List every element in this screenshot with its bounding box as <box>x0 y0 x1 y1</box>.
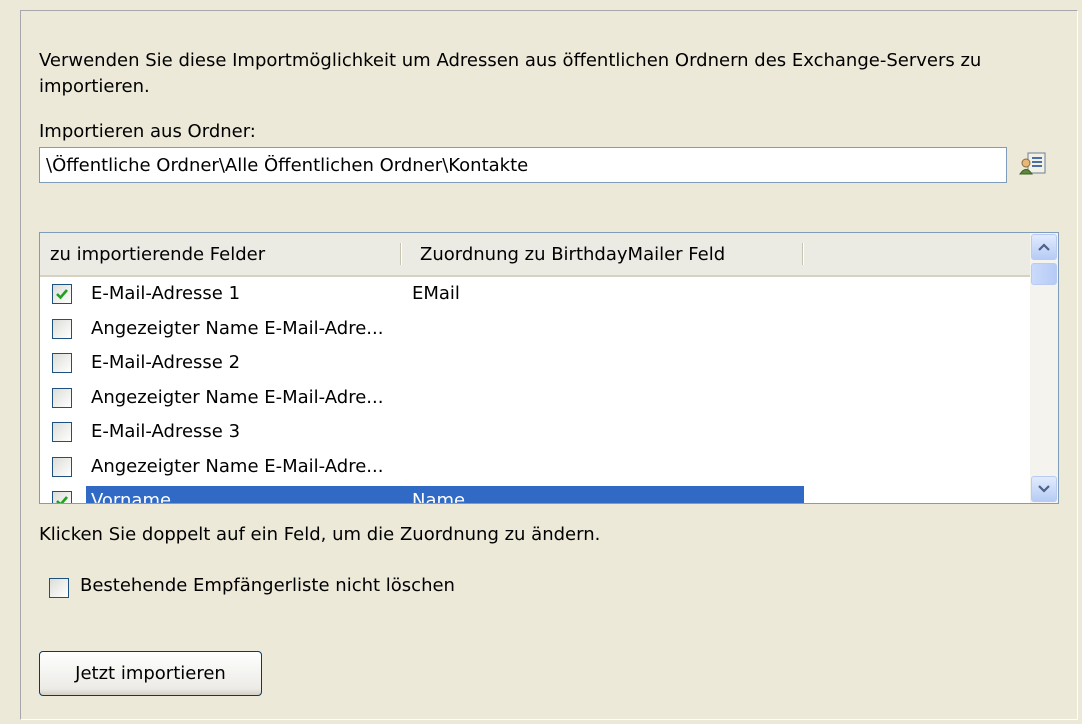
scroll-thumb[interactable] <box>1031 263 1057 285</box>
description-text: Verwenden Sie diese Importmöglichkeit um… <box>39 50 982 97</box>
list-row[interactable]: E-Mail-Adresse 3 <box>40 415 1030 450</box>
field-name-cell: Vorname <box>91 490 172 504</box>
browse-folder-button[interactable] <box>1018 150 1048 180</box>
field-name-cell: E-Mail-Adresse 2 <box>91 352 241 373</box>
chevron-up-icon <box>1038 243 1050 251</box>
scroll-down-button[interactable] <box>1031 476 1057 502</box>
field-name-cell: E-Mail-Adresse 1 <box>91 283 241 304</box>
field-mapping-list[interactable]: zu importierende Felder Zuordnung zu Bir… <box>39 232 1059 504</box>
column-separator[interactable] <box>400 243 402 265</box>
mapping-cell: Name <box>412 490 466 504</box>
scroll-up-button[interactable] <box>1031 234 1057 260</box>
field-name-cell: Angezeigter Name E-Mail-Adre... <box>91 455 384 477</box>
row-checkbox[interactable] <box>52 318 72 339</box>
row-checkbox[interactable] <box>52 491 72 503</box>
row-checkbox[interactable] <box>52 353 72 373</box>
vertical-scrollbar[interactable] <box>1030 233 1058 503</box>
keep-list-label[interactable]: Bestehende Empfängerliste nicht löschen <box>80 575 455 596</box>
column-separator[interactable] <box>802 243 804 265</box>
mapping-cell: EMail <box>412 283 460 304</box>
field-name-cell: E-Mail-Adresse 3 <box>91 421 241 442</box>
list-row[interactable]: Angezeigter Name E-Mail-Adre... <box>40 381 1030 416</box>
folder-path-input[interactable] <box>39 147 1007 183</box>
address-book-icon <box>1019 150 1047 181</box>
column-header-fields[interactable]: zu importierende Felder <box>40 233 400 275</box>
list-rows: E-Mail-Adresse 1 EMail Angezeigter Name E-… <box>40 277 1030 504</box>
row-checkbox[interactable] <box>52 284 72 304</box>
list-row[interactable]: Vorname Name <box>40 484 1030 504</box>
list-header: zu importierende Felder Zuordnung zu Bir… <box>40 233 1030 277</box>
mapping-hint-text: Klicken Sie doppelt auf ein Feld, um die… <box>39 524 601 545</box>
chevron-down-icon <box>1038 485 1050 493</box>
list-row[interactable]: Angezeigter Name E-Mail-Adre... <box>40 450 1030 485</box>
field-name-cell: Angezeigter Name E-Mail-Adre... <box>91 386 384 408</box>
row-checkbox[interactable] <box>52 456 72 477</box>
row-checkbox[interactable] <box>52 422 72 442</box>
row-checkbox[interactable] <box>52 387 72 408</box>
field-name-cell: Angezeigter Name E-Mail-Adre... <box>91 317 384 339</box>
list-row[interactable]: E-Mail-Adresse 1 EMail <box>40 277 1030 312</box>
column-header-mapping[interactable]: Zuordnung zu BirthdayMailer Feld <box>410 233 800 275</box>
import-folder-label: Importieren aus Ordner: <box>39 121 256 142</box>
list-row[interactable]: E-Mail-Adresse 2 <box>40 346 1030 381</box>
list-row[interactable]: Angezeigter Name E-Mail-Adre... <box>40 312 1030 347</box>
keep-list-checkbox[interactable] <box>49 578 69 598</box>
import-now-button[interactable]: Jetzt importieren <box>39 651 262 696</box>
